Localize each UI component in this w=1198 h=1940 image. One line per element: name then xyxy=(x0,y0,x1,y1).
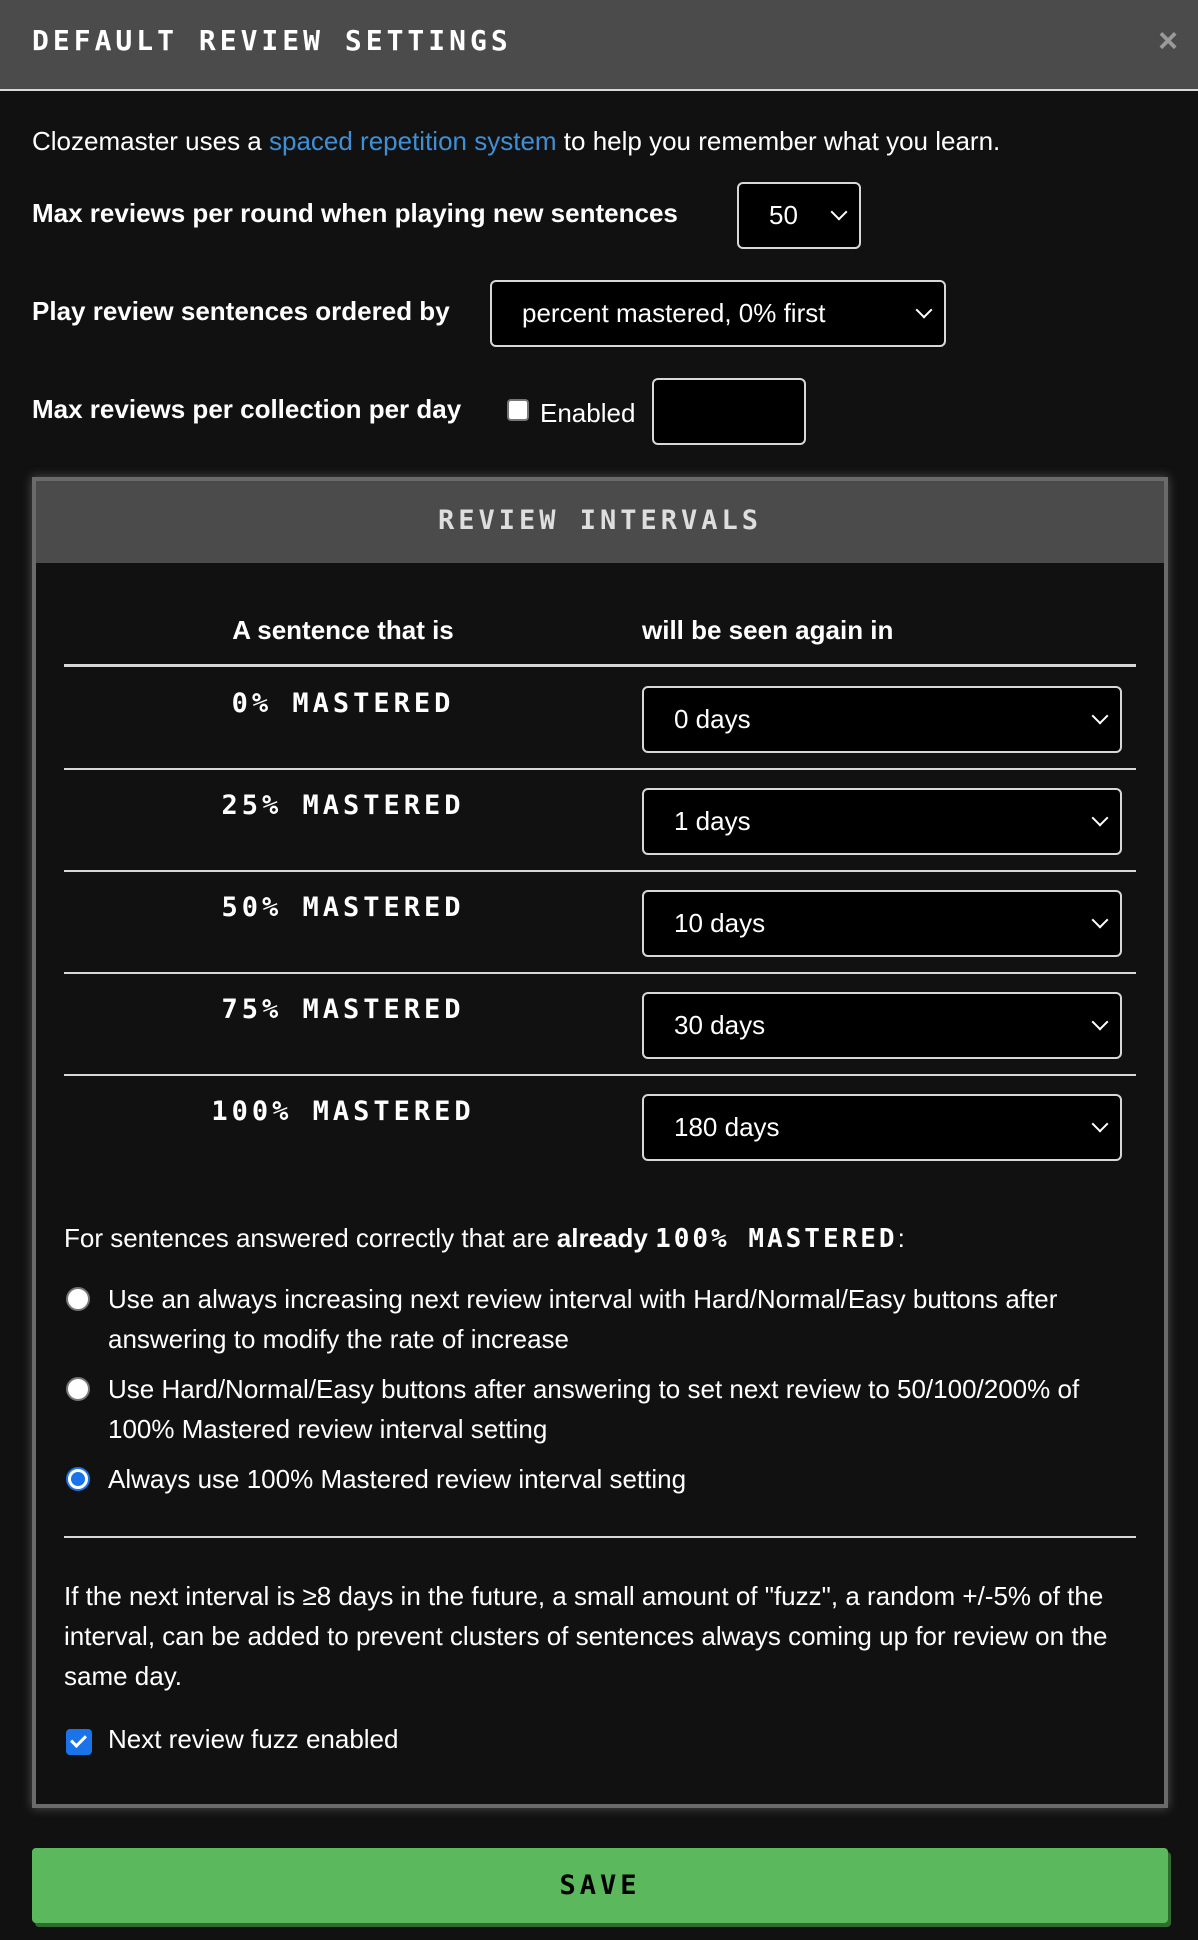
max-reviews-select[interactable]: 50 xyxy=(737,182,861,249)
row-divider xyxy=(64,768,1136,770)
chevron-down-icon xyxy=(1091,809,1109,827)
intro-before: Clozemaster uses a xyxy=(32,126,269,156)
interval-select-4[interactable]: 180 days xyxy=(642,1094,1122,1161)
row-divider xyxy=(64,972,1136,974)
chevron-down-icon xyxy=(1091,1013,1109,1031)
header-divider xyxy=(64,664,1136,667)
interval-select-1[interactable]: 1 days xyxy=(642,788,1122,855)
interval-row-label-4: 100% MASTERED xyxy=(211,1096,475,1127)
chevron-down-icon xyxy=(1091,707,1109,725)
per-day-input[interactable] xyxy=(652,378,806,445)
order-select[interactable]: percent mastered, 0% first xyxy=(490,280,946,347)
fuzz-description: If the next interval is ≥8 days in the f… xyxy=(64,1581,1108,1691)
interval-value-4: 180 days xyxy=(674,1112,780,1142)
interval-value-3: 30 days xyxy=(674,1010,766,1040)
row-divider xyxy=(64,870,1136,872)
interval-row-label-3: 75% MASTERED xyxy=(221,994,465,1025)
spaced-repetition-link[interactable]: spaced repetition system xyxy=(269,126,557,156)
interval-value-0: 0 days xyxy=(674,704,751,734)
modal-header: DEFAULT REVIEW SETTINGS × xyxy=(0,0,1198,91)
interval-option-radio-2[interactable] xyxy=(66,1467,90,1491)
save-button[interactable]: SAVE xyxy=(32,1848,1168,1923)
close-icon[interactable]: × xyxy=(1158,24,1178,58)
row-divider xyxy=(64,1074,1136,1076)
save-label: SAVE xyxy=(559,1870,641,1901)
chevron-down-icon xyxy=(1091,911,1109,929)
mastered-intro-bold: already xyxy=(556,1223,656,1253)
interval-row-label-2: 50% MASTERED xyxy=(221,892,465,923)
chevron-down-icon xyxy=(830,203,848,221)
mastered-intro: For sentences answered correctly that ar… xyxy=(64,1218,905,1259)
section-divider xyxy=(64,1536,1136,1538)
interval-option-label-0: Use an always increasing next review int… xyxy=(108,1284,1058,1354)
col-seen-again-header: will be seen again in xyxy=(642,615,894,645)
interval-row-label-1: 25% MASTERED xyxy=(221,790,465,821)
chevron-down-icon xyxy=(1091,1115,1109,1133)
mastered-intro-before: For sentences answered correctly that ar… xyxy=(64,1223,557,1253)
col-sentence-header: A sentence that is xyxy=(232,615,454,645)
order-label: Play review sentences ordered by xyxy=(32,296,450,326)
max-reviews-value: 50 xyxy=(769,200,798,230)
interval-option-radio-0[interactable] xyxy=(66,1287,90,1311)
review-intervals-panel: REVIEW INTERVALS A sentence that is will… xyxy=(32,477,1168,1808)
per-day-enabled-checkbox[interactable] xyxy=(507,399,529,421)
modal-title: DEFAULT REVIEW SETTINGS xyxy=(32,24,512,57)
interval-option-label-2: Always use 100% Mastered review interval… xyxy=(108,1464,687,1494)
chevron-down-icon xyxy=(915,301,933,319)
interval-select-2[interactable]: 10 days xyxy=(642,890,1122,957)
intro-after: to help you remember what you learn. xyxy=(556,126,1001,156)
review-intervals-title: REVIEW INTERVALS xyxy=(437,505,763,536)
interval-value-2: 10 days xyxy=(674,908,766,938)
fuzz-label: Next review fuzz enabled xyxy=(108,1724,399,1754)
review-intervals-header: REVIEW INTERVALS xyxy=(36,481,1164,563)
mastered-intro-pixel: 100% MASTERED xyxy=(655,1224,898,1254)
intro-text: Clozemaster uses a spaced repetition sys… xyxy=(32,126,1000,157)
mastered-intro-after: : xyxy=(897,1223,905,1253)
interval-option-radio-1[interactable] xyxy=(66,1377,90,1401)
interval-select-3[interactable]: 30 days xyxy=(642,992,1122,1059)
per-day-enabled-label: Enabled xyxy=(540,398,636,428)
interval-value-1: 1 days xyxy=(674,806,751,836)
interval-option-label-1: Use Hard/Normal/Easy buttons after answe… xyxy=(108,1374,1080,1444)
interval-row-label-0: 0% MASTERED xyxy=(231,688,455,719)
order-value: percent mastered, 0% first xyxy=(522,298,826,328)
max-reviews-label: Max reviews per round when playing new s… xyxy=(32,198,678,228)
fuzz-checkbox[interactable] xyxy=(66,1729,92,1755)
interval-select-0[interactable]: 0 days xyxy=(642,686,1122,753)
per-day-label: Max reviews per collection per day xyxy=(32,394,462,424)
